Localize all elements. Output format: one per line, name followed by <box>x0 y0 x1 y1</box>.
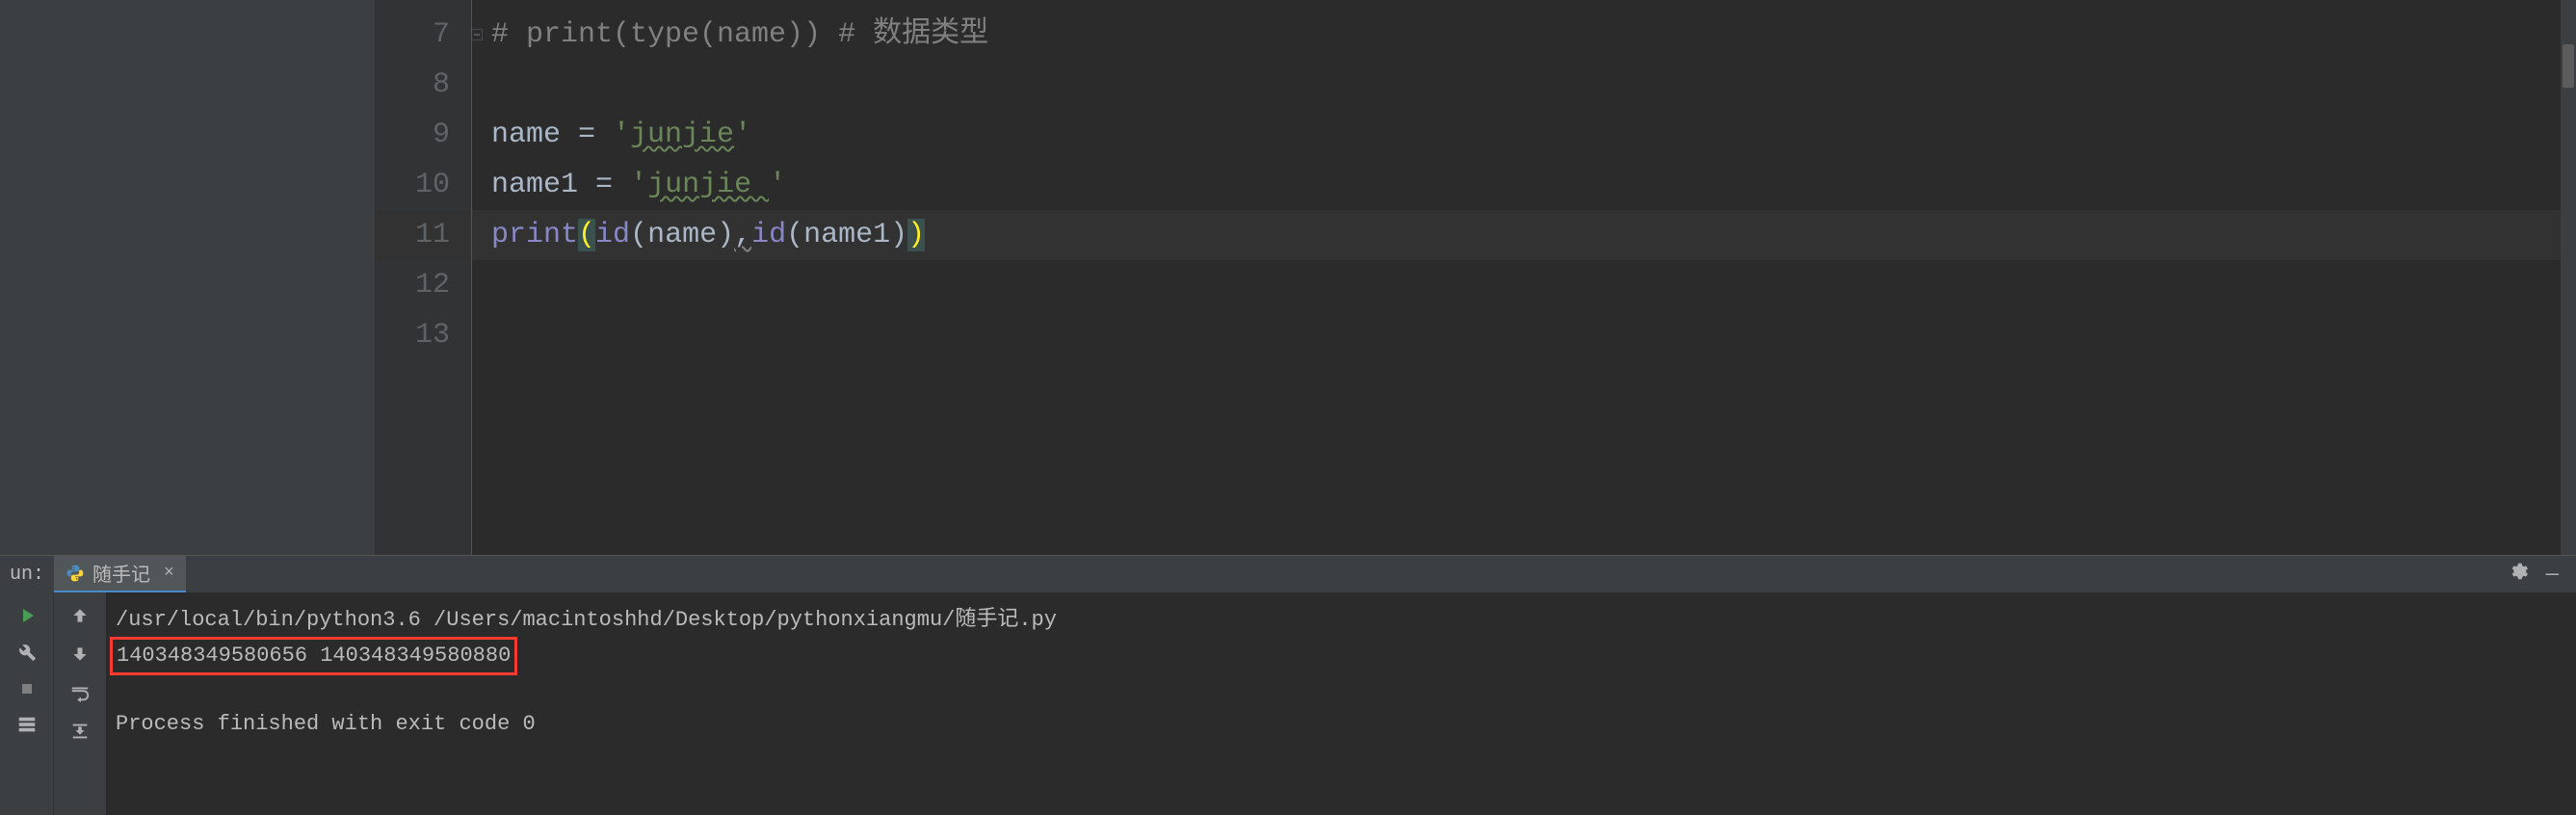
code-token: id <box>751 219 786 251</box>
code-token: ) <box>890 219 907 251</box>
line-number[interactable]: 10 <box>376 160 471 210</box>
down-arrow-icon[interactable] <box>66 641 93 668</box>
run-tool-window: un: 随手记 × — <box>0 555 2576 815</box>
console-blank <box>116 675 2566 708</box>
run-tab[interactable]: 随手记 × <box>54 556 186 592</box>
editor-scrollbar[interactable] <box>2561 0 2576 555</box>
line-number[interactable]: 9 <box>376 110 471 160</box>
code-token: ' <box>734 118 751 151</box>
gear-icon[interactable] <box>2508 561 2529 589</box>
console-finished: Process finished with exit code 0 <box>116 708 2566 741</box>
run-header: un: 随手记 × — <box>0 556 2576 592</box>
code-token: ( <box>630 219 647 251</box>
editor-area: 78910111213 # print(type(name)) # 数据类型 na… <box>0 0 2576 555</box>
code-line[interactable]: name1 = 'junjie ' <box>491 160 2576 210</box>
code-token: name1 <box>491 169 595 201</box>
code-token: junjie <box>647 169 769 201</box>
code-token: id <box>595 219 630 251</box>
code-token: junjie <box>630 118 734 151</box>
code-editor[interactable]: 78910111213 # print(type(name)) # 数据类型 na… <box>376 0 2576 555</box>
code-token: ( <box>786 219 803 251</box>
python-icon <box>66 564 85 583</box>
code-token: print(type(name)) # 数据类型 <box>526 18 988 51</box>
code-token: ' <box>613 118 630 151</box>
fold-marker-icon[interactable] <box>469 27 485 42</box>
code-content[interactable]: # print(type(name)) # 数据类型name = 'junjie… <box>472 0 2576 555</box>
line-number[interactable]: 7 <box>376 10 471 60</box>
run-body: /usr/local/bin/python3.6 /Users/macintos… <box>0 592 2576 815</box>
scroll-to-end-icon[interactable] <box>66 718 93 745</box>
run-toolbar-left <box>0 592 53 815</box>
code-token: name <box>491 118 578 151</box>
code-token: ' <box>630 169 647 201</box>
line-number[interactable]: 12 <box>376 260 471 310</box>
run-toolbar-nav <box>53 592 106 815</box>
up-arrow-icon[interactable] <box>66 602 93 629</box>
code-token: ' <box>769 169 786 201</box>
code-token: name <box>647 219 717 251</box>
code-line[interactable] <box>491 260 2576 310</box>
code-token: ) <box>907 219 925 251</box>
run-header-actions: — <box>2508 561 2576 589</box>
code-token: ) <box>717 219 734 251</box>
soft-wrap-icon[interactable] <box>66 679 93 706</box>
stop-icon[interactable] <box>13 675 40 702</box>
line-number[interactable]: 13 <box>376 310 471 360</box>
code-line[interactable] <box>491 60 2576 110</box>
console-cmd: /usr/local/bin/python3.6 /Users/macintos… <box>116 604 2566 637</box>
console-output-line: 140348349580656 140348349580880 <box>116 637 2566 675</box>
line-number[interactable]: 11 <box>376 210 471 260</box>
wrench-icon[interactable] <box>13 639 40 666</box>
code-token: = <box>578 118 613 151</box>
rerun-icon[interactable] <box>13 602 40 629</box>
hide-icon[interactable]: — <box>2546 563 2559 587</box>
console-output[interactable]: /usr/local/bin/python3.6 /Users/macintos… <box>106 592 2576 815</box>
code-token: ( <box>578 219 595 251</box>
scroll-thumb[interactable] <box>2563 44 2574 88</box>
run-tab-label: 随手记 <box>92 559 150 588</box>
code-token: print <box>491 219 578 251</box>
code-line[interactable] <box>491 310 2576 360</box>
layout-icon[interactable] <box>13 712 40 739</box>
close-icon[interactable]: × <box>164 564 174 583</box>
code-line[interactable]: # print(type(name)) # 数据类型 <box>491 10 2576 60</box>
code-line[interactable]: print(id(name),id(name1)) <box>472 210 2576 260</box>
project-panel[interactable] <box>0 0 376 555</box>
code-token: name1 <box>803 219 890 251</box>
line-number[interactable]: 8 <box>376 60 471 110</box>
gutter: 78910111213 <box>376 0 472 555</box>
run-label: un: <box>0 564 54 586</box>
code-token: = <box>595 169 630 201</box>
code-token: # <box>491 18 526 51</box>
highlighted-output: 140348349580656 140348349580880 <box>110 637 517 675</box>
code-line[interactable]: name = 'junjie' <box>491 110 2576 160</box>
code-token: , <box>734 219 751 251</box>
